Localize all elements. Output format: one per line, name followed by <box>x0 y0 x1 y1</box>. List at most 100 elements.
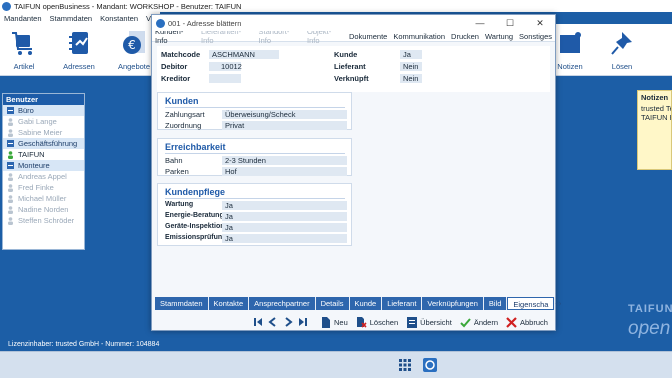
nav-label: Andreas Appel <box>18 172 67 181</box>
ribbon-notizen-label: Notizen <box>557 62 583 71</box>
address-dialog: 001 - Adresse blättern — ☐ ✕ Kunden-Info… <box>151 14 561 331</box>
nav-group-monteure[interactable]: Monteure <box>3 160 84 171</box>
ribbon-artikel-label: Artikel <box>13 62 35 71</box>
energie-beratung-field[interactable]: Ja <box>222 212 347 221</box>
nav-label: TAIFUN <box>18 150 45 159</box>
tab-ansprechpartner[interactable]: Ansprechpartner <box>249 297 315 310</box>
maximize-icon[interactable]: ☐ <box>495 15 525 31</box>
kreditor-label: Kreditor <box>161 74 191 83</box>
cancel-x-icon <box>506 316 517 328</box>
ribbon-adressen-button[interactable]: Adressen <box>57 28 101 74</box>
nav-label: Steffen Schröder <box>18 216 75 225</box>
loeschen-button[interactable]: Löschen <box>356 316 398 328</box>
address-book-icon <box>64 28 94 58</box>
ribbon-loesen-button[interactable]: Lösen <box>600 28 644 74</box>
collapse-icon[interactable] <box>7 162 14 169</box>
tab-kunde[interactable]: Kunde <box>349 297 382 310</box>
checkmark-icon <box>460 317 471 328</box>
nav-group-buero[interactable]: Büro <box>3 105 84 116</box>
tab-lieferant[interactable]: Lieferant <box>382 297 422 310</box>
debitor-field[interactable]: 10012 <box>209 62 242 71</box>
collapse-icon[interactable] <box>7 107 14 114</box>
notes-line: TAIFUN H <box>641 113 672 122</box>
tab-eigenschaften[interactable]: Eigenscha <box>507 297 555 310</box>
notes-panel[interactable]: Notizen trusted Te TAIFUN H <box>637 90 672 170</box>
nav-user-taifun[interactable]: TAIFUN <box>3 149 84 160</box>
ribbon-adressen-label: Adressen <box>63 62 95 71</box>
person-icon <box>8 194 13 203</box>
collapse-icon[interactable] <box>7 140 14 147</box>
aendern-label: Ändern <box>473 317 498 327</box>
tab-bild[interactable]: Bild <box>483 297 507 310</box>
nav-user-fred-finke[interactable]: Fred Finke <box>3 182 84 193</box>
brand-open: open <box>628 318 671 339</box>
person-icon <box>8 205 13 214</box>
neu-button[interactable]: Neu <box>320 316 348 328</box>
ribbon-loesen-label: Lösen <box>611 62 633 71</box>
abbruch-button[interactable]: Abbruch <box>506 316 548 328</box>
kunde-label: Kunde <box>334 50 358 59</box>
menu-kommunikation[interactable]: Kommunikation <box>390 32 448 41</box>
close-icon[interactable]: ✕ <box>525 15 555 31</box>
taifun-taskbar-icon[interactable] <box>423 358 437 372</box>
wartung-field[interactable]: Ja <box>222 201 347 210</box>
ribbon-artikel-button[interactable]: Artikel <box>2 28 46 74</box>
tab-stammdaten[interactable]: Stammdaten <box>155 297 208 310</box>
section-divider <box>165 107 345 108</box>
zahlungsart-field[interactable]: Überweisung/Scheck <box>222 110 347 119</box>
apps-grid-icon[interactable] <box>398 358 412 372</box>
nav-user-sabine-meier[interactable]: Sabine Meier <box>3 127 84 138</box>
tab-scroll-right-icon[interactable]: › <box>558 297 561 310</box>
emissionspruefung-field[interactable]: Ja <box>222 234 347 243</box>
kunden-section: Kunden Zahlungsart Überweisung/Scheck Zu… <box>157 92 352 130</box>
nav-label: Sabine Meier <box>18 128 63 137</box>
menu-sonstiges[interactable]: Sonstiges <box>516 32 555 41</box>
menu-mandanten[interactable]: Mandanten <box>0 14 46 23</box>
new-document-icon <box>320 316 331 328</box>
menu-wartung[interactable]: Wartung <box>482 32 516 41</box>
overview-list-icon <box>406 316 417 328</box>
nav-user-michael-mueller[interactable]: Michael Müller <box>3 193 84 204</box>
parken-field[interactable]: Hof <box>222 167 347 176</box>
next-record-icon[interactable] <box>282 316 294 328</box>
kunde-field[interactable]: Ja <box>400 50 422 59</box>
section-divider <box>165 153 345 154</box>
matchcode-field[interactable]: ASCHMANN <box>209 50 279 59</box>
kundenpflege-section: Kundenpflege Wartung Ja Energie-Beratung… <box>157 183 352 246</box>
verknuepft-field[interactable]: Nein <box>400 74 422 83</box>
menu-konstanten[interactable]: Konstanten <box>96 14 142 23</box>
navigator-header: Benutzer <box>3 94 84 105</box>
nav-label: Gabi Lange <box>18 117 57 126</box>
menu-dokumente[interactable]: Dokumente <box>346 32 390 41</box>
menu-stammdaten[interactable]: Stammdaten <box>46 14 97 23</box>
matchcode-label: Matchcode <box>161 50 201 59</box>
taskbar <box>0 351 672 378</box>
section-divider <box>165 198 345 199</box>
tab-verknuepfungen[interactable]: Verknüpfungen <box>422 297 483 310</box>
nav-user-andreas-appel[interactable]: Andreas Appel <box>3 171 84 182</box>
nav-user-gabi-lange[interactable]: Gabi Lange <box>3 116 84 127</box>
zuordnung-field[interactable]: Privat <box>222 121 347 130</box>
action-bar: Neu Löschen Übersicht Ändern Abbruch <box>252 315 548 329</box>
ribbon-angebote-button[interactable]: € Angebote <box>112 28 156 74</box>
geraete-inspektion-field[interactable]: Ja <box>222 223 347 232</box>
last-record-icon[interactable] <box>297 316 309 328</box>
aendern-button[interactable]: Ändern <box>460 317 498 328</box>
app-title: TAIFUN openBusiness - Mandant: WORKSHOP … <box>14 1 242 11</box>
tab-kontakte[interactable]: Kontakte <box>208 297 249 310</box>
uebersicht-button[interactable]: Übersicht <box>406 316 452 328</box>
first-record-icon[interactable] <box>252 316 264 328</box>
previous-record-icon[interactable] <box>267 316 279 328</box>
kreditor-field[interactable] <box>209 74 241 83</box>
minimize-icon[interactable]: — <box>465 15 495 31</box>
lieferant-field[interactable]: Nein <box>400 62 422 71</box>
tab-details[interactable]: Details <box>315 297 349 310</box>
menu-drucken[interactable]: Drucken <box>448 32 482 41</box>
nav-user-nadine-norden[interactable]: Nadine Norden <box>3 204 84 215</box>
energie-beratung-label: Energie-Beratung <box>165 212 224 219</box>
bahn-field[interactable]: 2-3 Stunden <box>222 156 347 165</box>
nav-user-steffen-schroeder[interactable]: Steffen Schröder <box>3 215 84 226</box>
pushpin-icon <box>607 28 637 58</box>
user-navigator: Benutzer Büro Gabi Lange Sabine Meier Ge… <box>2 93 85 250</box>
nav-group-geschaeftsfuehrung[interactable]: Geschäftsführung <box>3 138 84 149</box>
